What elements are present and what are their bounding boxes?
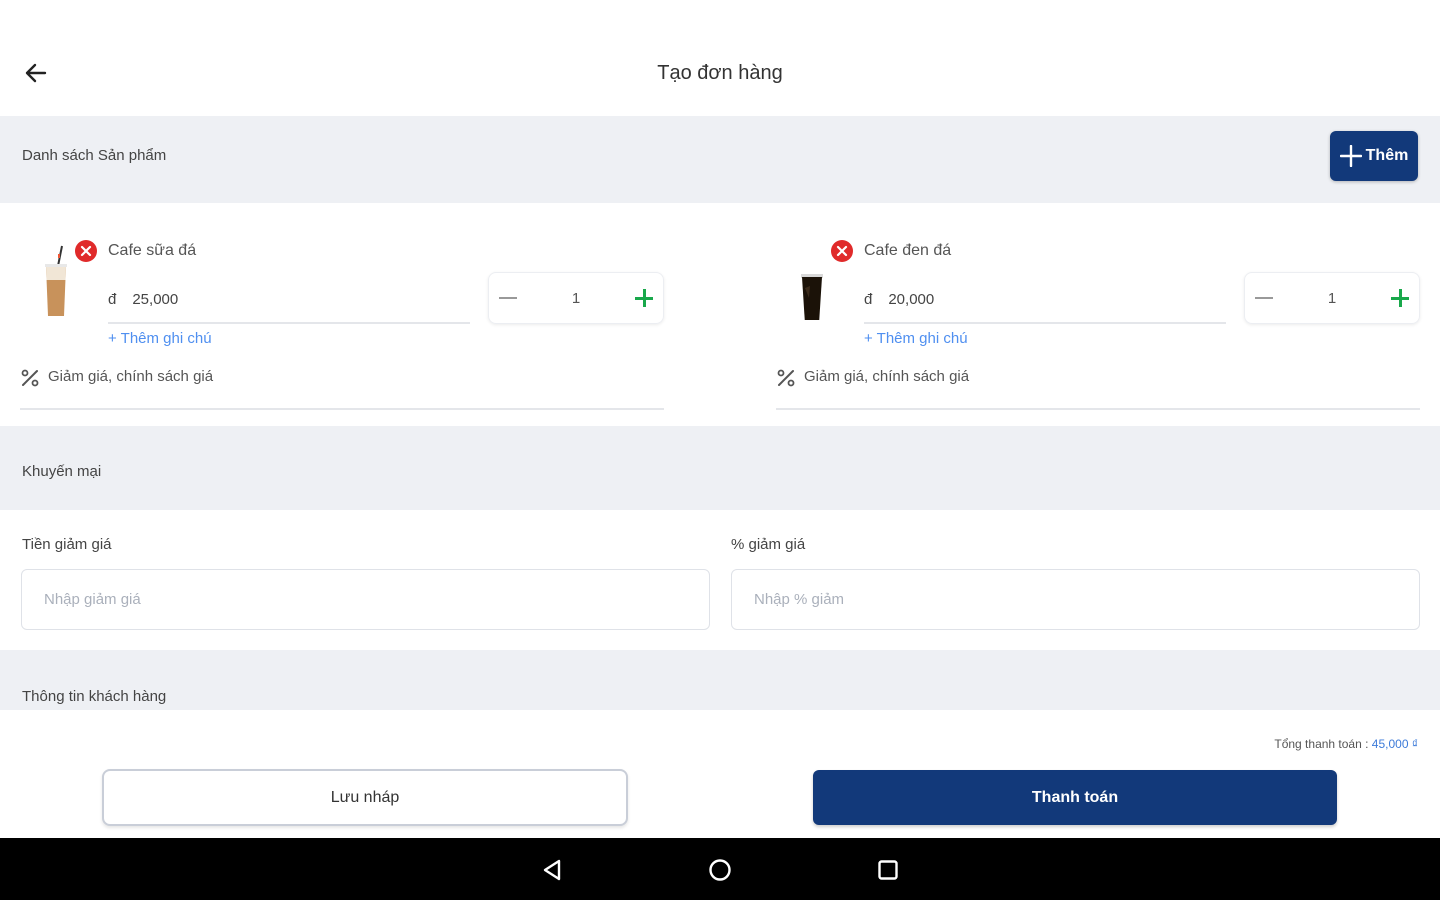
- quantity-stepper: 1: [1244, 272, 1420, 324]
- order-total: Tổng thanh toán : 45,000 ₫: [1274, 737, 1418, 751]
- app-bar: Tạo đơn hàng: [0, 0, 1440, 116]
- checkout-button[interactable]: Thanh toán: [813, 770, 1337, 825]
- product-price: 25,000: [132, 290, 179, 308]
- customer-section-header[interactable]: Thông tin khách hàng: [0, 650, 1440, 710]
- discount-percent-label: % giảm giá: [731, 536, 806, 553]
- circle-home-icon: [709, 859, 731, 881]
- increase-quantity-button[interactable]: [635, 289, 653, 307]
- add-product-button[interactable]: Thêm: [1330, 131, 1418, 181]
- products-section-label: Danh sách Sản phẩm: [22, 147, 167, 164]
- discount-amount-input[interactable]: [21, 569, 710, 630]
- add-note-link[interactable]: + Thêm ghi chú: [864, 330, 968, 347]
- increase-quantity-button[interactable]: [1391, 289, 1409, 307]
- products-section-header: Danh sách Sản phẩm: [0, 116, 1440, 203]
- product-image-black-coffee: [796, 240, 828, 324]
- price-policy-row[interactable]: Giảm giá, chính sách giá: [20, 368, 664, 410]
- product-item: Cafe sữa đá đ 25,000 + Thêm ghi chú 1 Gi…: [20, 220, 664, 415]
- square-recents-icon: [878, 860, 898, 880]
- product-price: 20,000: [888, 290, 935, 308]
- add-product-label: Thêm: [1365, 147, 1409, 164]
- product-name: Cafe đen đá: [864, 242, 952, 259]
- product-name: Cafe sữa đá: [108, 242, 197, 259]
- discount-amount-label: Tiền giảm giá: [22, 536, 112, 553]
- nav-recents-button[interactable]: [868, 850, 908, 890]
- close-icon: [836, 245, 848, 257]
- promotion-section-label: Khuyến mại: [22, 463, 102, 480]
- discount-percent-input[interactable]: [731, 569, 1420, 630]
- page-title: Tạo đơn hàng: [657, 62, 783, 84]
- product-image-milk-coffee: [40, 240, 72, 320]
- save-draft-button[interactable]: Lưu nháp: [102, 769, 628, 826]
- nav-home-button[interactable]: [700, 850, 740, 890]
- price-policy-row[interactable]: Giảm giá, chính sách giá: [776, 368, 1420, 410]
- remove-product-button[interactable]: [831, 240, 853, 262]
- product-price-field[interactable]: đ 25,000: [108, 282, 470, 324]
- price-policy-label: Giảm giá, chính sách giá: [804, 368, 970, 385]
- nav-back-button[interactable]: [532, 850, 572, 890]
- plus-icon: [1339, 145, 1362, 167]
- price-policy-label: Giảm giá, chính sách giá: [48, 368, 214, 385]
- percent-icon: [777, 369, 795, 387]
- system-navigation-bar: [0, 838, 1440, 900]
- currency-symbol: đ: [864, 290, 873, 308]
- decrease-quantity-button[interactable]: [1255, 297, 1273, 299]
- quantity-stepper: 1: [488, 272, 664, 324]
- decrease-quantity-button[interactable]: [499, 297, 517, 299]
- product-price-field[interactable]: đ 20,000: [864, 282, 1226, 324]
- close-icon: [80, 245, 92, 257]
- quantity-value[interactable]: 1: [572, 290, 580, 307]
- remove-product-button[interactable]: [75, 240, 97, 262]
- quantity-value[interactable]: 1: [1328, 290, 1336, 307]
- currency-symbol: đ: [108, 290, 117, 308]
- total-value: 45,000 ₫: [1371, 737, 1418, 751]
- product-item: Cafe đen đá đ 20,000 + Thêm ghi chú 1 Gi…: [776, 220, 1420, 415]
- percent-icon: [21, 369, 39, 387]
- customer-section-label: Thông tin khách hàng: [22, 688, 167, 705]
- triangle-back-icon: [543, 859, 561, 881]
- add-note-link[interactable]: + Thêm ghi chú: [108, 330, 212, 347]
- total-label: Tổng thanh toán :: [1274, 737, 1369, 751]
- promotion-section-header: Khuyến mại: [0, 426, 1440, 510]
